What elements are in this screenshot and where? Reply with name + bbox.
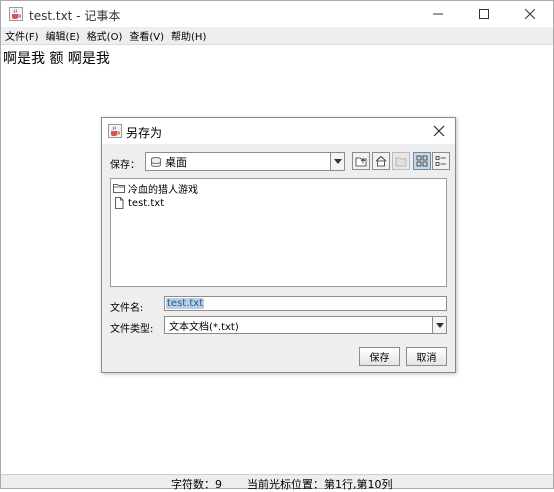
folder-up-icon: [355, 157, 367, 167]
dialog-title: 另存为: [126, 126, 163, 140]
maximize-icon: [479, 9, 489, 19]
file-type-label: 文件类型:: [110, 324, 154, 335]
menu-view[interactable]: 查看(V): [129, 28, 164, 43]
notepad-window: test.txt - 记事本 文件(F) 编辑(E) 格式(O) 查看(V) 帮…: [0, 0, 554, 491]
char-count: 字符数：9: [171, 478, 222, 491]
folder-icon: [113, 184, 125, 193]
menu-help[interactable]: 帮助(H): [171, 28, 206, 43]
list-view-button[interactable]: [413, 152, 431, 170]
cancel-button[interactable]: 取消: [406, 347, 447, 366]
save-in-combo[interactable]: 桌面: [145, 152, 345, 171]
list-item[interactable]: test.txt: [113, 196, 164, 210]
file-type-value: 文本文档(*.txt): [169, 321, 239, 333]
up-one-level-button[interactable]: [352, 152, 370, 170]
file-name-input[interactable]: test.txt: [164, 296, 447, 311]
save-button[interactable]: 保存: [359, 347, 400, 366]
editor-content[interactable]: 啊是我 额 啊是我: [3, 48, 110, 68]
menu-edit[interactable]: 编辑(E): [46, 28, 80, 43]
minimize-icon: [433, 13, 443, 15]
chevron-down-icon: [435, 322, 444, 328]
close-icon[interactable]: [430, 122, 448, 140]
menu-bar: 文件(F) 编辑(E) 格式(O) 查看(V) 帮助(H): [1, 27, 553, 45]
new-folder-icon: [395, 157, 407, 167]
file-name: 冷血的猎人游戏: [128, 184, 198, 196]
list-item[interactable]: 冷血的猎人游戏: [113, 181, 198, 196]
java-cup-icon: [9, 7, 23, 21]
maximize-button[interactable]: [461, 1, 507, 27]
save-in-label: 保存：: [110, 160, 140, 171]
dialog-title-bar[interactable]: 另存为: [102, 118, 455, 144]
title-bar[interactable]: test.txt - 记事本: [1, 1, 553, 27]
file-list[interactable]: 冷血的猎人游戏 test.txt: [110, 178, 447, 287]
save-in-value: 桌面: [165, 155, 187, 169]
chevron-down-icon: [333, 159, 342, 164]
window-title: test.txt - 记事本: [29, 9, 121, 23]
status-bar: 字符数：9 当前光标位置：第1行,第10列: [1, 474, 553, 491]
cursor-position: 当前光标位置：第1行,第10列: [247, 478, 393, 491]
desktop-icon: [151, 156, 161, 167]
list-view-icon: [416, 155, 428, 167]
file-name-value: test.txt: [166, 298, 205, 309]
menu-format[interactable]: 格式(O): [87, 28, 123, 43]
home-icon: [375, 155, 387, 167]
file-icon: [115, 197, 124, 209]
menu-file[interactable]: 文件(F): [5, 28, 39, 43]
file-name: test.txt: [128, 197, 165, 209]
new-folder-button[interactable]: [392, 152, 410, 170]
desktop-button[interactable]: [372, 152, 390, 170]
minimize-button[interactable]: [415, 1, 461, 27]
close-icon: [525, 9, 535, 19]
details-view-button[interactable]: [432, 152, 450, 170]
file-type-combo[interactable]: 文本文档(*.txt): [164, 316, 447, 334]
file-name-label: 文件名:: [110, 303, 144, 314]
close-button[interactable]: [507, 1, 553, 27]
save-as-dialog: 另存为 保存： 桌面 冷血的猎人游戏 test.txt 文件名: test.tx…: [101, 117, 456, 373]
dropdown-arrow[interactable]: [330, 153, 344, 170]
dropdown-arrow[interactable]: [432, 317, 446, 333]
details-view-icon: [435, 156, 446, 166]
java-cup-icon: [108, 124, 122, 138]
